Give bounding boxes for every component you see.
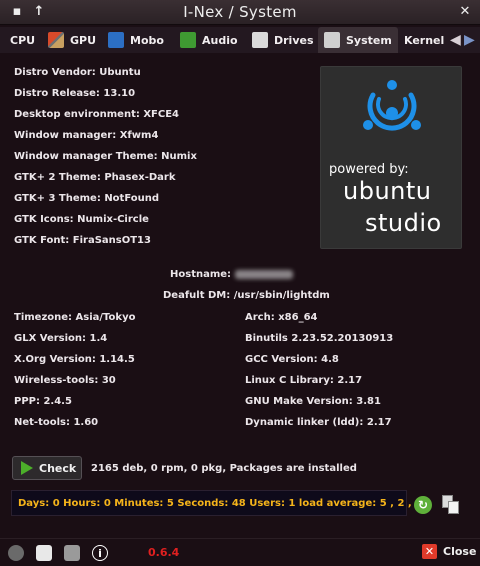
- tab-cpu[interactable]: CPU: [10, 27, 35, 53]
- logo-powered-by: powered by:: [329, 162, 409, 177]
- info-distro-release: Distro Release: 13.10: [14, 88, 136, 99]
- info-wireless-tools: Wireless-tools: 30: [14, 375, 116, 386]
- close-button-label: Close: [443, 545, 477, 558]
- check-button[interactable]: Check: [12, 456, 82, 480]
- tab-system[interactable]: System: [318, 27, 398, 53]
- window-title: I-Nex / System: [183, 3, 297, 21]
- info-ppp: PPP: 2.4.5: [14, 396, 72, 407]
- tab-gpu[interactable]: GPU: [48, 27, 96, 53]
- tab-cpu-label: CPU: [10, 33, 36, 47]
- tab-kernel-label: Kernel: [404, 33, 445, 47]
- uptime-text: Days: 0 Hours: 0 Minutes: 5 Seconds: 48 …: [18, 498, 423, 509]
- tab-scroll-left-icon[interactable]: ◀: [450, 32, 461, 48]
- hostname-value-redacted: [235, 269, 294, 279]
- info-icon[interactable]: i: [92, 545, 108, 561]
- tab-kernel[interactable]: Kernel: [404, 27, 444, 53]
- tab-gpu-label: GPU: [70, 33, 97, 47]
- info-binutils: Binutils 2.23.52.20130913: [245, 333, 394, 344]
- close-icon: ✕: [422, 544, 437, 559]
- info-dynamic-linker: Dynamic linker (ldd): 2.17: [245, 417, 392, 428]
- tab-system-label: System: [346, 33, 392, 47]
- info-gtk-icons: GTK Icons: Numix-Circle: [14, 214, 149, 225]
- tab-bar: CPU GPU Mobo Audio Drives System Kernel: [0, 27, 480, 53]
- hostname-label: Hostname:: [170, 269, 232, 280]
- info-gnu-make-version: GNU Make Version: 3.81: [245, 396, 381, 407]
- settings-gear-icon[interactable]: [8, 545, 24, 561]
- gpu-icon: [48, 32, 64, 48]
- distro-logo: powered by: ubuntu studio: [320, 66, 462, 249]
- info-arch: Arch: x86_64: [245, 312, 318, 323]
- hostname-row: Hostname:: [170, 269, 294, 280]
- check-button-label: Check: [39, 461, 77, 475]
- tab-mobo[interactable]: Mobo: [108, 27, 164, 53]
- screenshot-monitor-icon[interactable]: [64, 545, 80, 561]
- ubuntu-studio-logo-icon: [363, 80, 421, 131]
- bottom-toolbar: i 0.6.4 ✕ Close: [0, 538, 480, 566]
- close-button[interactable]: ✕ Close: [422, 544, 476, 559]
- close-window-icon[interactable]: ✕: [456, 3, 474, 21]
- report-chart-icon[interactable]: [36, 545, 52, 561]
- info-gtk3-theme: GTK+ 3 Theme: NotFound: [14, 193, 160, 204]
- tab-drives-label: Drives: [274, 33, 314, 47]
- info-gtk-font: GTK Font: FiraSansOT13: [14, 235, 151, 246]
- info-glx-version: GLX Version: 1.4: [14, 333, 108, 344]
- info-gcc-version: GCC Version: 4.8: [245, 354, 339, 365]
- default-dm-row: Deafult DM: /usr/sbin/lightdm: [163, 290, 330, 301]
- info-distro-vendor: Distro Vendor: Ubuntu: [14, 67, 141, 78]
- mobo-icon: [108, 32, 124, 48]
- tab-scroll-right-icon[interactable]: ▶: [464, 32, 475, 48]
- info-xorg-version: X.Org Version: 1.14.5: [14, 354, 135, 365]
- title-bar: ▪ ↑ I-Nex / System ✕: [0, 0, 480, 25]
- system-icon: [324, 32, 340, 48]
- copy-icon[interactable]: [442, 495, 460, 515]
- info-net-tools: Net-tools: 1.60: [14, 417, 99, 428]
- info-timezone: Timezone: Asia/Tokyo: [14, 312, 136, 323]
- tab-mobo-label: Mobo: [130, 33, 164, 47]
- info-window-manager: Window manager: Xfwm4: [14, 130, 159, 141]
- info-desktop-environment: Desktop environment: XFCE4: [14, 109, 179, 120]
- tab-audio[interactable]: Audio: [180, 27, 238, 53]
- info-wm-theme: Window manager Theme: Numix: [14, 151, 197, 162]
- tab-audio-label: Audio: [202, 33, 238, 47]
- uptime-field: Days: 0 Hours: 0 Minutes: 5 Seconds: 48 …: [11, 490, 422, 516]
- info-linux-c-library: Linux C Library: 2.17: [245, 375, 363, 386]
- app-version: 0.6.4: [148, 546, 180, 559]
- packages-status: 2165 deb, 0 rpm, 0 pkg, Packages are ins…: [91, 463, 357, 474]
- drives-icon: [252, 32, 268, 48]
- audio-icon: [180, 32, 196, 48]
- play-icon: [21, 461, 33, 475]
- info-gtk2-theme: GTK+ 2 Theme: Phasex-Dark: [14, 172, 176, 183]
- tab-drives[interactable]: Drives: [252, 27, 314, 53]
- logo-ubuntu-text: ubuntu: [343, 177, 432, 205]
- refresh-icon[interactable]: ↻: [414, 496, 432, 514]
- logo-studio-text: studio: [365, 209, 442, 237]
